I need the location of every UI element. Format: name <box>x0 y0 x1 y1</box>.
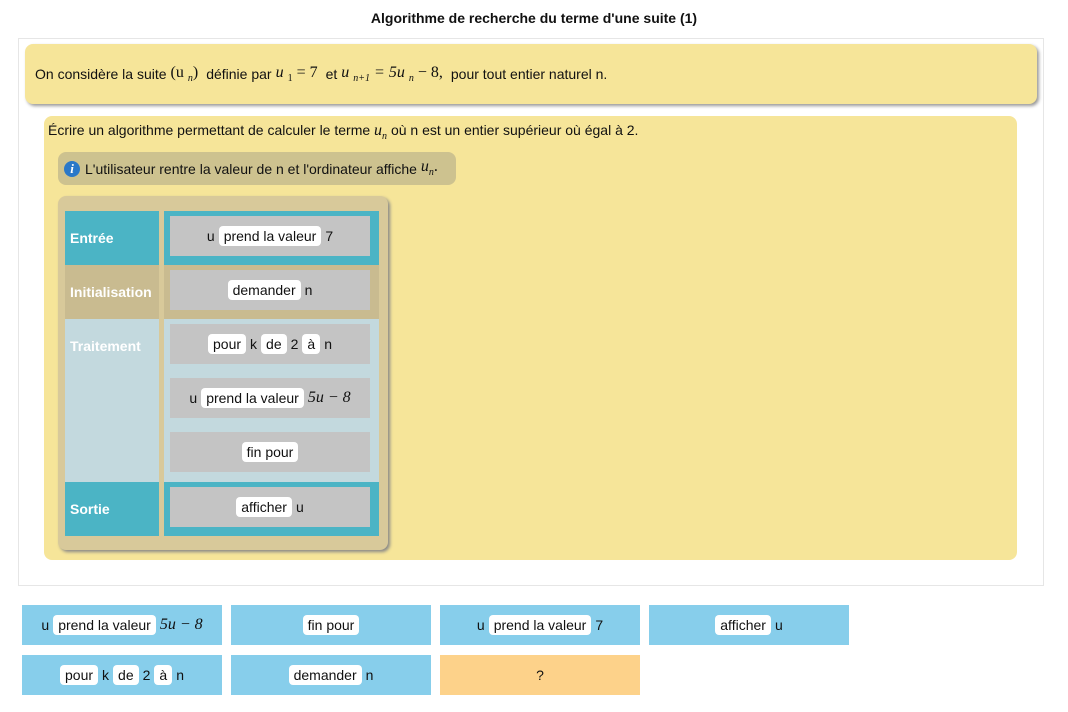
algo-slot-initialisation[interactable]: demander n <box>170 270 370 310</box>
recurrence-relation: u n+1 = 5u n − 8, <box>341 63 443 85</box>
block-assign-7[interactable]: u prend la valeur 7 <box>440 605 640 645</box>
problem-statement: On considère la suite (u n) définie par u… <box>25 44 1037 104</box>
block-demander[interactable]: demander n <box>231 655 431 695</box>
block-afficher[interactable]: afficher u <box>649 605 849 645</box>
block-unknown[interactable]: ? <box>440 655 640 695</box>
block-pour[interactable]: pour k de 2 à n <box>22 655 222 695</box>
section-entree-label: Entrée <box>65 211 159 265</box>
block-update-5u-minus-8[interactable]: u prend la valeur 5u − 8 <box>22 605 222 645</box>
problem-text: et <box>325 66 338 82</box>
sequence-symbol: (u n) <box>170 63 199 85</box>
section-sortie-label: Sortie <box>65 482 159 536</box>
problem-text: On considère la suite <box>35 66 167 82</box>
block-fin-pour[interactable]: fin pour <box>231 605 431 645</box>
task-instruction: Écrire un algorithme permettant de calcu… <box>48 122 639 143</box>
page-title: Algorithme de recherche du terme d'une s… <box>370 10 698 26</box>
algo-slot-sortie[interactable]: afficher u <box>170 487 370 527</box>
algo-slot-update[interactable]: u prend la valeur 5u − 8 <box>170 378 370 418</box>
problem-text: pour tout entier naturel n. <box>450 66 608 82</box>
problem-text: définie par <box>206 66 272 82</box>
initial-term: u1 = 7 <box>275 63 318 85</box>
algo-slot-pour[interactable]: pour k de 2 à n <box>170 324 370 364</box>
algo-slot-entree[interactable]: u prend la valeur 7 <box>170 216 370 256</box>
hint-box: i L'utilisateur rentre la valeur de n et… <box>58 152 456 185</box>
info-icon: i <box>64 160 80 177</box>
algo-slot-fin-pour[interactable]: fin pour <box>170 432 370 472</box>
section-initialisation-label: Initialisation <box>65 265 159 319</box>
section-traitement-label: Traitement <box>65 319 159 482</box>
hint-text: L'utilisateur rentre la valeur de n et l… <box>85 160 417 177</box>
